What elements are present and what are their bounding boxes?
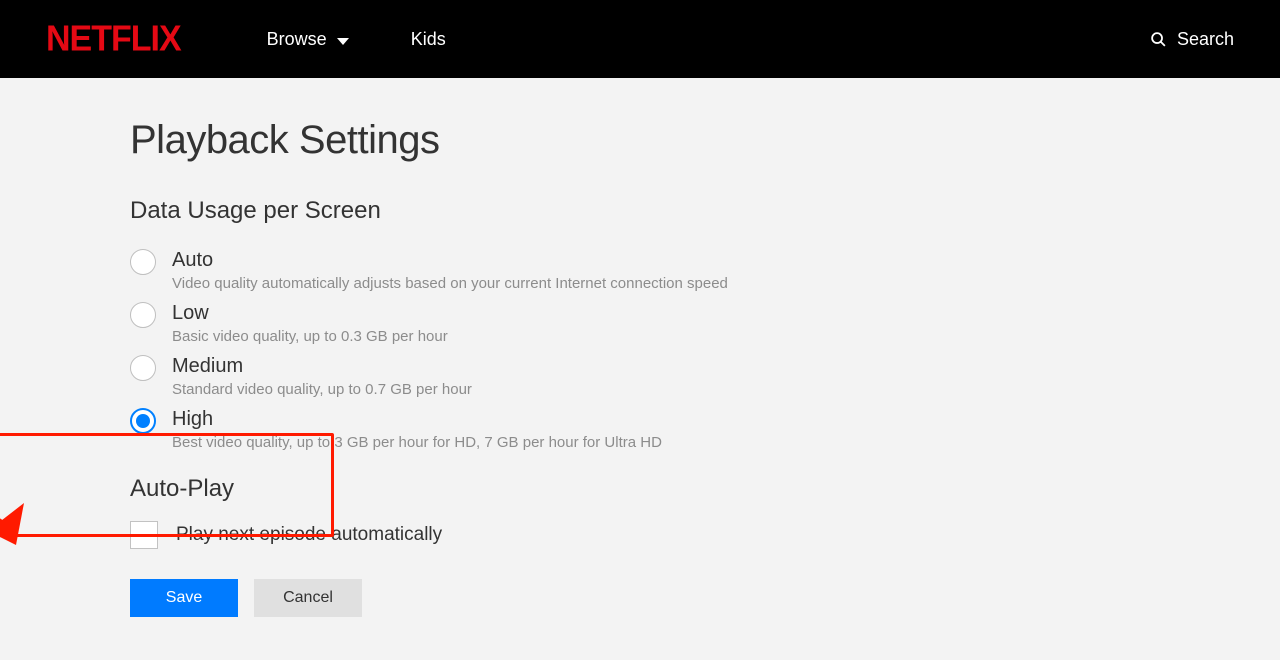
radio-option-auto[interactable]: Auto Video quality automatically adjusts… <box>130 247 1280 292</box>
search-icon <box>1150 31 1167 48</box>
data-usage-radio-group: Auto Video quality automatically adjusts… <box>130 247 1280 451</box>
nav-kids-label: Kids <box>411 29 446 50</box>
main-content: Playback Settings Data Usage per Screen … <box>0 78 1280 617</box>
radio-medium[interactable] <box>130 355 156 381</box>
page-title: Playback Settings <box>130 118 1280 163</box>
search-button[interactable]: Search <box>1150 29 1234 50</box>
autoplay-checkbox-row[interactable]: Play next episode automatically <box>130 521 1280 549</box>
radio-desc: Basic video quality, up to 0.3 GB per ho… <box>172 328 448 345</box>
radio-text: Low Basic video quality, up to 0.3 GB pe… <box>172 300 448 345</box>
radio-desc: Best video quality, up to 3 GB per hour … <box>172 434 662 451</box>
cancel-button[interactable]: Cancel <box>254 579 362 617</box>
netflix-logo[interactable]: NETFLIX <box>46 19 181 60</box>
annotation-arrow-icon <box>0 503 35 633</box>
header-bar: NETFLIX Browse Kids Search <box>0 0 1280 78</box>
radio-option-medium[interactable]: Medium Standard video quality, up to 0.7… <box>130 353 1280 398</box>
radio-label: Auto <box>172 247 728 273</box>
search-label: Search <box>1177 29 1234 50</box>
autoplay-checkbox-label: Play next episode automatically <box>176 524 442 546</box>
nav-browse-label: Browse <box>267 29 327 50</box>
nav-browse[interactable]: Browse <box>267 29 349 50</box>
radio-option-high[interactable]: High Best video quality, up to 3 GB per … <box>130 406 1280 451</box>
autoplay-heading: Auto-Play <box>130 475 1280 503</box>
data-usage-heading: Data Usage per Screen <box>130 197 1280 225</box>
radio-desc: Video quality automatically adjusts base… <box>172 275 728 292</box>
radio-text: Medium Standard video quality, up to 0.7… <box>172 353 472 398</box>
autoplay-checkbox[interactable] <box>130 521 158 549</box>
nav-group: Browse Kids <box>267 29 446 50</box>
radio-text: Auto Video quality automatically adjusts… <box>172 247 728 292</box>
autoplay-section: Auto-Play Play next episode automaticall… <box>130 471 1280 549</box>
radio-text: High Best video quality, up to 3 GB per … <box>172 406 662 451</box>
radio-label: Medium <box>172 353 472 379</box>
radio-high[interactable] <box>130 408 156 434</box>
radio-desc: Standard video quality, up to 0.7 GB per… <box>172 381 472 398</box>
radio-option-low[interactable]: Low Basic video quality, up to 0.3 GB pe… <box>130 300 1280 345</box>
radio-label: Low <box>172 300 448 326</box>
nav-kids[interactable]: Kids <box>411 29 446 50</box>
radio-label: High <box>172 406 662 432</box>
button-row: Save Cancel <box>130 579 1280 617</box>
radio-auto[interactable] <box>130 249 156 275</box>
caret-down-icon <box>337 38 349 45</box>
radio-low[interactable] <box>130 302 156 328</box>
save-button[interactable]: Save <box>130 579 238 617</box>
